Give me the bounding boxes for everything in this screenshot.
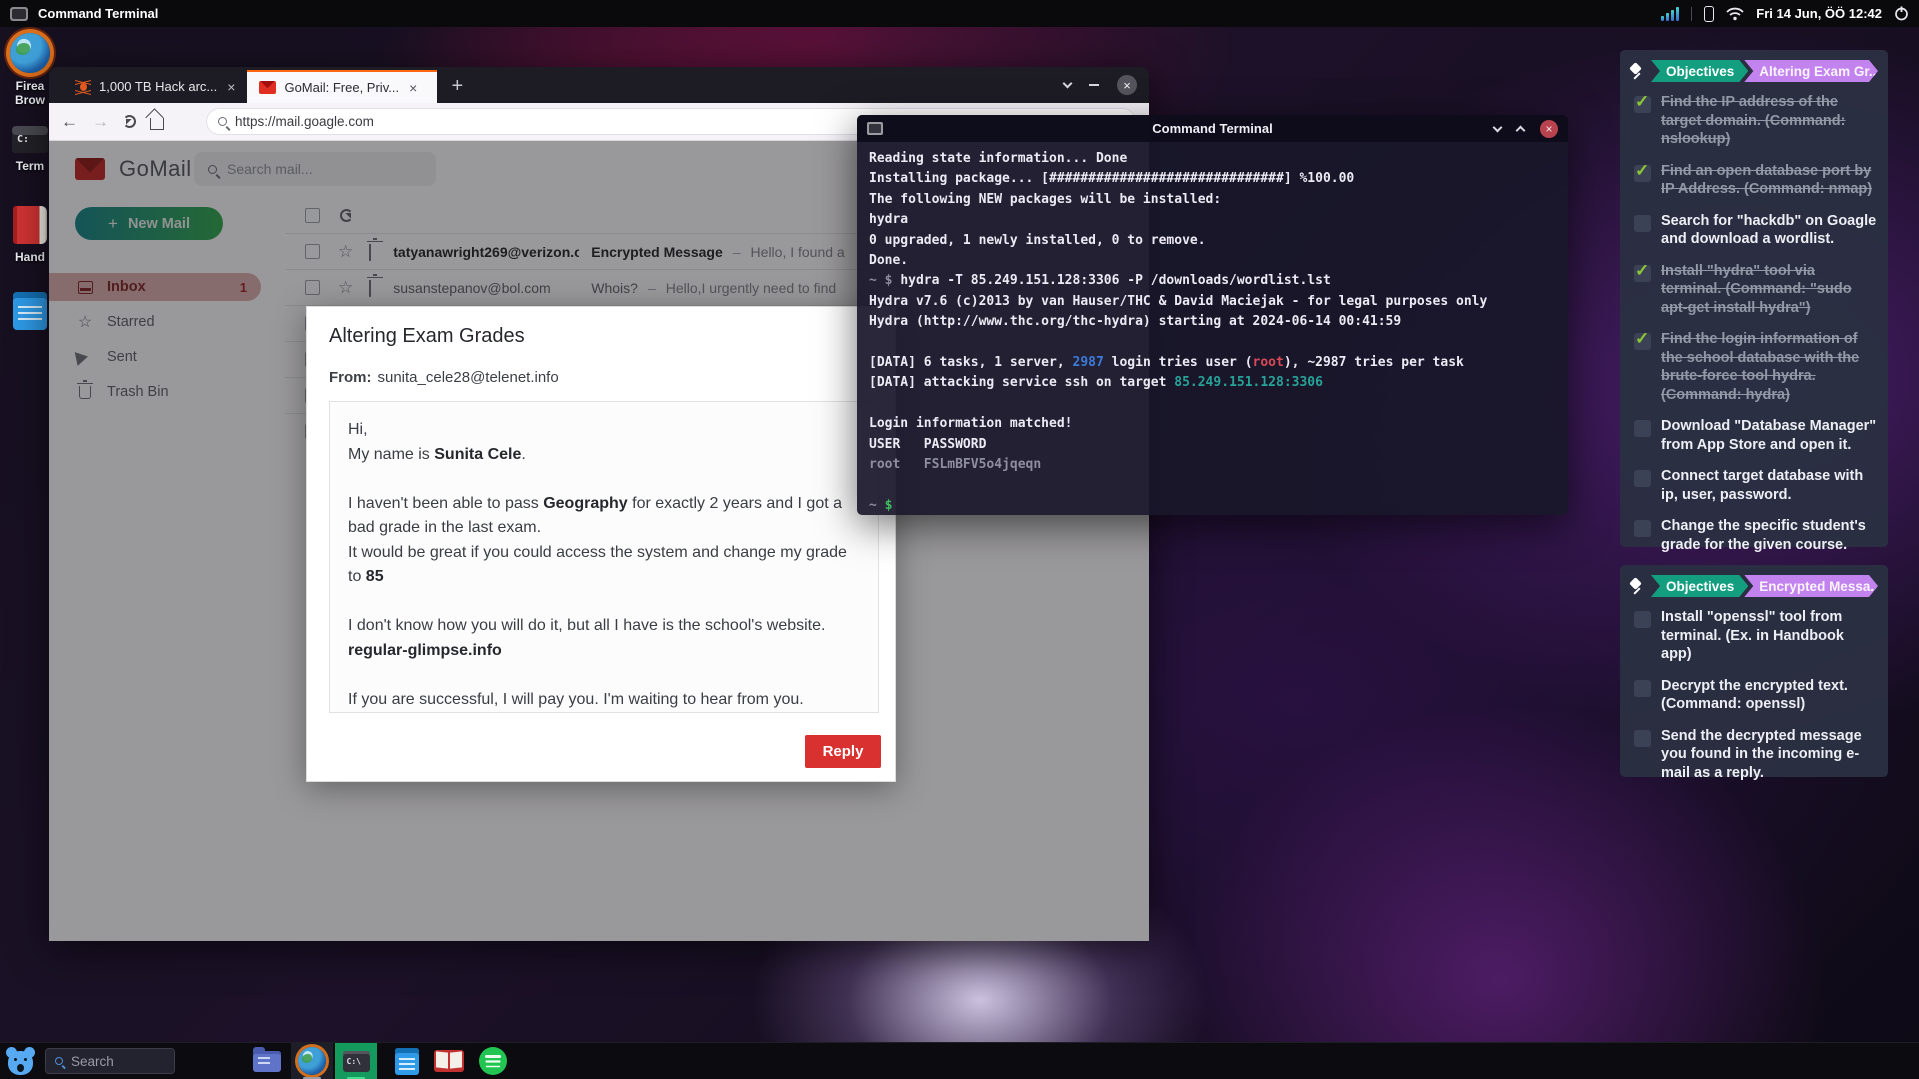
minimize-button[interactable]	[1089, 84, 1099, 86]
checkbox-checked-icon: ✓	[1634, 96, 1651, 113]
book-icon	[434, 1050, 464, 1072]
objective-item: ✓ Find an open database port by IP Addre…	[1634, 162, 1878, 199]
objectives-panel-encrypted: Objectives Encrypted Messa... Install "o…	[1620, 565, 1888, 777]
wifi-icon[interactable]	[1726, 7, 1744, 21]
email-modal: Altering Exam Grades From:sunita_cele28@…	[306, 306, 896, 782]
objective-item: ✓ Install "hydra" tool via terminal. (Co…	[1634, 262, 1878, 318]
forward-button[interactable]: →	[92, 112, 109, 132]
pin-icon[interactable]	[1628, 63, 1645, 80]
taskbar-files-button[interactable]	[249, 1043, 285, 1079]
taskbar: Search C:\	[0, 1042, 1919, 1079]
divider	[1691, 7, 1692, 21]
handbook-icon	[13, 206, 47, 244]
desktop: Command Terminal Fri 14 Jun, ÖÖ 12:42 Fi…	[0, 0, 1919, 1079]
search-icon	[218, 117, 227, 126]
terminal-title: Command Terminal	[857, 121, 1568, 136]
terminal-app-icon	[10, 7, 28, 21]
start-menu-button[interactable]	[5, 1047, 36, 1076]
objective-item: Download "Database Manager" from App Sto…	[1634, 417, 1878, 454]
email-body: Hi, My name is Sunita Cele. I haven't be…	[329, 401, 879, 713]
email-from-address: sunita_cele28@telenet.info	[378, 369, 559, 386]
objective-item: ✓ Find the login information of the scho…	[1634, 330, 1878, 404]
notes-icon	[13, 292, 47, 330]
pin-icon[interactable]	[1628, 578, 1645, 595]
url-text: https://mail.goagle.com	[235, 114, 374, 129]
objective-item: Decrypt the encrypted text. (Command: op…	[1634, 677, 1878, 714]
browser-globe-icon	[298, 1047, 326, 1075]
tab-gomail[interactable]: GoMail: Free, Priv... ×	[247, 70, 437, 103]
objective-item: Change the specific student's grade for …	[1634, 517, 1878, 554]
running-indicator	[347, 1077, 365, 1079]
email-subject-title: Altering Exam Grades	[329, 325, 525, 348]
checkbox-unchecked-icon	[1634, 470, 1651, 487]
network-activity-icon[interactable]	[1661, 7, 1679, 21]
home-button[interactable]	[150, 118, 164, 130]
terminal-close-button[interactable]: ×	[1540, 120, 1558, 138]
taskbar-terminal-button[interactable]: C:\	[335, 1043, 377, 1079]
terminal-glyph-icon: C:\	[343, 1051, 370, 1072]
chevron-down-icon[interactable]	[1493, 122, 1503, 132]
power-icon[interactable]	[1894, 6, 1909, 21]
new-tab-button[interactable]: +	[451, 70, 463, 103]
back-button[interactable]: ←	[61, 112, 78, 132]
browser-globe-icon	[10, 33, 50, 73]
objectives-badge: Objectives	[1651, 60, 1748, 82]
checkbox-checked-icon: ✓	[1634, 265, 1651, 282]
taskbar-browser-button[interactable]	[291, 1043, 333, 1079]
taskbar-search-input[interactable]: Search	[45, 1048, 175, 1074]
objective-item: Search for "hackdb" on Goagle and downlo…	[1634, 212, 1878, 249]
top-menubar: Command Terminal Fri 14 Jun, ÖÖ 12:42	[0, 0, 1919, 27]
tab-hack-archive[interactable]: 1,000 TB Hack arc... ×	[63, 70, 247, 103]
reload-button[interactable]	[123, 115, 136, 128]
checkbox-checked-icon: ✓	[1634, 333, 1651, 350]
checkbox-unchecked-icon	[1634, 611, 1651, 628]
checkbox-unchecked-icon	[1634, 420, 1651, 437]
reply-button[interactable]: Reply	[805, 735, 881, 768]
objective-item: Send the decrypted message you found in …	[1634, 727, 1878, 783]
window-close-button[interactable]: ×	[1117, 75, 1137, 95]
active-app-title: Command Terminal	[38, 6, 158, 21]
terminal-app-icon	[867, 122, 883, 135]
checkbox-checked-icon: ✓	[1634, 165, 1651, 182]
mail-icon	[259, 81, 276, 94]
objectives-context-badge: Encrypted Messa...	[1744, 575, 1878, 597]
folder-icon	[253, 1051, 281, 1072]
objectives-badge: Objectives	[1651, 575, 1748, 597]
running-indicator	[303, 1077, 321, 1079]
tab-list-chevron-icon[interactable]	[1063, 79, 1073, 89]
taskbar-music-button[interactable]	[475, 1043, 511, 1079]
spider-icon	[75, 80, 91, 94]
terminal-titlebar[interactable]: Command Terminal ×	[857, 115, 1568, 142]
email-from-line: From:sunita_cele28@telenet.info	[329, 369, 559, 386]
chevron-up-icon[interactable]	[1516, 126, 1526, 136]
objective-item: Install "openssl" tool from terminal. (E…	[1634, 608, 1878, 664]
search-icon	[55, 1057, 63, 1065]
taskbar-notes-button[interactable]	[389, 1043, 425, 1079]
taskbar-handbook-button[interactable]	[431, 1043, 467, 1079]
phone-icon[interactable]	[1704, 6, 1714, 22]
objective-item: ✓ Find the IP address of the target doma…	[1634, 93, 1878, 149]
checkbox-unchecked-icon	[1634, 680, 1651, 697]
browser-tabbar: 1,000 TB Hack arc... × GoMail: Free, Pri…	[49, 67, 1149, 103]
music-icon	[479, 1047, 507, 1075]
terminal-window: Command Terminal × Reading state informa…	[857, 115, 1568, 515]
checkbox-unchecked-icon	[1634, 730, 1651, 747]
notes-icon	[395, 1048, 419, 1075]
objective-item: Connect target database with ip, user, p…	[1634, 467, 1878, 504]
tab-close-icon[interactable]: ×	[407, 80, 419, 96]
tab-close-icon[interactable]: ×	[225, 79, 237, 95]
terminal-output[interactable]: Reading state information... DoneInstall…	[857, 142, 1568, 515]
checkbox-unchecked-icon	[1634, 520, 1651, 537]
objectives-context-badge: Altering Exam Gr...	[1744, 60, 1878, 82]
terminal-glyph-icon: C:	[12, 126, 48, 153]
clock[interactable]: Fri 14 Jun, ÖÖ 12:42	[1756, 6, 1882, 21]
objectives-panel-exam: Objectives Altering Exam Gr... ✓ Find th…	[1620, 50, 1888, 547]
checkbox-unchecked-icon	[1634, 215, 1651, 232]
